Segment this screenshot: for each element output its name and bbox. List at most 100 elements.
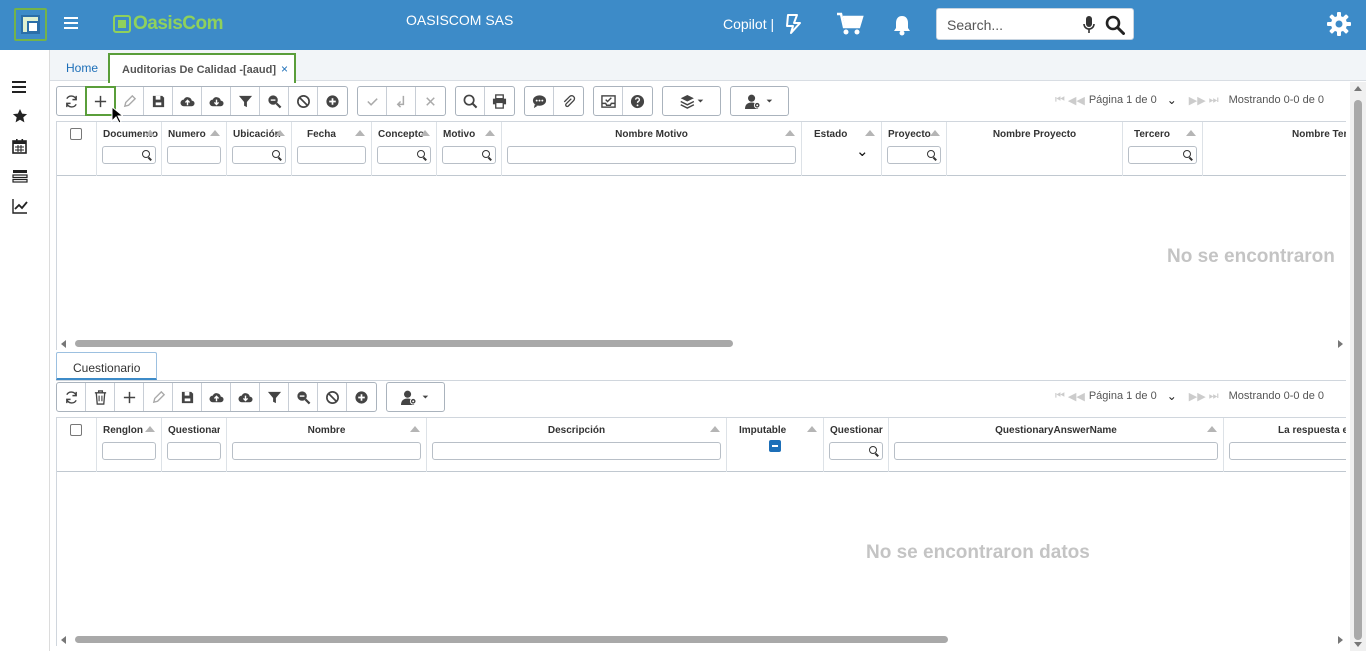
col-nombre-tercero[interactable]: Nombre Tercero xyxy=(1203,122,1346,176)
filter-motivo[interactable] xyxy=(442,146,496,164)
last-page-icon[interactable]: ⏭ xyxy=(1209,94,1219,107)
col-numero[interactable]: Numero xyxy=(162,122,227,176)
save-button[interactable] xyxy=(144,87,173,115)
filter-descripcion[interactable] xyxy=(432,442,721,460)
comments-button[interactable] xyxy=(525,87,554,115)
col-tercero[interactable]: Tercero xyxy=(1123,122,1203,176)
menu-icon[interactable] xyxy=(64,17,78,31)
filter-estado-select[interactable]: ⌄ xyxy=(856,142,869,160)
list-menu-icon[interactable] xyxy=(12,79,28,95)
sub-add-circle-button[interactable] xyxy=(347,383,376,411)
col-proyecto[interactable]: Proyecto xyxy=(882,122,947,176)
col-fecha[interactable]: Fecha xyxy=(292,122,372,176)
col-nombre[interactable]: Nombre xyxy=(227,418,427,472)
copilot-label[interactable]: Copilot | xyxy=(723,16,774,32)
apps-icon[interactable] xyxy=(14,8,47,41)
col-concepto[interactable]: Concepto xyxy=(372,122,437,176)
user-settings-dropdown[interactable] xyxy=(731,87,788,115)
sub-user-settings-dropdown[interactable] xyxy=(387,383,444,411)
col-descripcion[interactable]: Descripción xyxy=(427,418,727,472)
filter-ubicacion[interactable] xyxy=(232,146,286,164)
next-page-icon[interactable]: ▶▶ xyxy=(1189,390,1206,403)
first-page-icon[interactable]: ⏮ xyxy=(1055,390,1065,403)
col-nombre-proyecto[interactable]: Nombre Proyecto xyxy=(947,122,1123,176)
prev-page-icon[interactable]: ◀◀ xyxy=(1068,390,1085,403)
bell-icon[interactable] xyxy=(892,14,912,36)
col-motivo[interactable]: Motivo xyxy=(437,122,502,176)
sub-save-button[interactable] xyxy=(173,383,202,411)
microphone-icon[interactable] xyxy=(1083,16,1095,34)
copilot-icon[interactable] xyxy=(782,13,804,35)
page-size-select[interactable]: ⌄ xyxy=(1167,389,1177,403)
col-questionary-answer-name[interactable]: QuestionaryAnswerName xyxy=(889,418,1224,472)
next-page-icon[interactable]: ▶▶ xyxy=(1189,94,1206,107)
search-button[interactable] xyxy=(456,87,485,115)
sub-filter-button[interactable] xyxy=(260,383,289,411)
tab-auditorias[interactable]: Auditorias De Calidad -[aaud] × xyxy=(108,53,296,83)
col-questionary-answer[interactable]: QuestionaryAnswer xyxy=(824,418,889,472)
select-all-checkbox[interactable] xyxy=(70,128,82,140)
favorites-star-icon[interactable] xyxy=(12,108,28,124)
revert-button[interactable] xyxy=(387,87,416,115)
search-icon[interactable] xyxy=(1105,15,1125,35)
filter-renglon[interactable] xyxy=(102,442,156,460)
search-input[interactable] xyxy=(947,16,1077,34)
main-hscroll[interactable] xyxy=(57,337,1346,349)
close-tab-icon[interactable]: × xyxy=(281,62,288,76)
col-ubicacion[interactable]: Ubicación xyxy=(227,122,292,176)
refresh-button[interactable] xyxy=(57,87,86,115)
col-documento[interactable]: Documento xyxy=(97,122,162,176)
col-estado[interactable]: Estado ⌄ xyxy=(802,122,882,176)
col-nombre-motivo[interactable]: Nombre Motivo xyxy=(502,122,802,176)
reports-icon[interactable] xyxy=(12,168,28,184)
cancel-button[interactable] xyxy=(289,87,318,115)
filter-nombre[interactable] xyxy=(232,442,421,460)
sub-refresh-button[interactable] xyxy=(57,383,86,411)
sub-hscroll[interactable] xyxy=(57,633,1346,645)
tab-home[interactable]: Home xyxy=(66,61,98,75)
tab-cuestionario[interactable]: Cuestionario xyxy=(56,352,157,380)
approve-button[interactable] xyxy=(594,87,623,115)
sub-edit-button[interactable] xyxy=(144,383,173,411)
sub-select-all-checkbox[interactable] xyxy=(70,424,82,436)
attach-button[interactable] xyxy=(554,87,583,115)
sub-delete-button[interactable] xyxy=(86,383,115,411)
chart-line-icon[interactable] xyxy=(12,198,28,214)
col-renglon[interactable]: Renglon xyxy=(97,418,162,472)
cart-icon[interactable] xyxy=(836,12,864,36)
first-page-icon[interactable]: ⏮ xyxy=(1055,94,1065,107)
prev-page-icon[interactable]: ◀◀ xyxy=(1068,94,1085,107)
page-vscroll[interactable] xyxy=(1350,82,1366,651)
filter-fecha[interactable] xyxy=(297,146,366,164)
sub-add-button[interactable] xyxy=(115,383,144,411)
sub-upload-button[interactable] xyxy=(202,383,231,411)
col-questionary-id[interactable]: QuestionaryId xyxy=(162,418,227,472)
col-imputable[interactable]: Imputable xyxy=(727,418,824,472)
filter-documento[interactable] xyxy=(102,146,156,164)
last-page-icon[interactable]: ⏭ xyxy=(1209,390,1219,403)
sub-cancel-button[interactable] xyxy=(318,383,347,411)
sub-download-button[interactable] xyxy=(231,383,260,411)
layers-dropdown[interactable] xyxy=(663,87,720,115)
settings-gear-icon[interactable] xyxy=(1326,11,1352,37)
filter-nombre-motivo[interactable] xyxy=(507,146,796,164)
page-size-select[interactable]: ⌄ xyxy=(1167,93,1177,107)
col-la-respuesta[interactable]: La respuesta es xyxy=(1224,418,1346,472)
filter-numero[interactable] xyxy=(167,146,221,164)
filter-questionary-answer-name[interactable] xyxy=(894,442,1218,460)
filter-tercero[interactable] xyxy=(1128,146,1197,164)
filter-questionary-answer[interactable] xyxy=(829,442,883,460)
print-button[interactable] xyxy=(485,87,514,115)
add-circle-button[interactable] xyxy=(318,87,347,115)
upload-button[interactable] xyxy=(173,87,202,115)
filter-imputable-checkbox[interactable] xyxy=(769,440,781,452)
filter-la-respuesta[interactable] xyxy=(1229,442,1346,460)
filter-button[interactable] xyxy=(231,87,260,115)
calendar-icon[interactable] xyxy=(12,138,28,154)
filter-proyecto[interactable] xyxy=(887,146,941,164)
help-button[interactable] xyxy=(623,87,652,115)
reject-button[interactable] xyxy=(416,87,445,115)
download-button[interactable] xyxy=(202,87,231,115)
filter-concepto[interactable] xyxy=(377,146,431,164)
filter-questionary-id[interactable] xyxy=(167,442,221,460)
